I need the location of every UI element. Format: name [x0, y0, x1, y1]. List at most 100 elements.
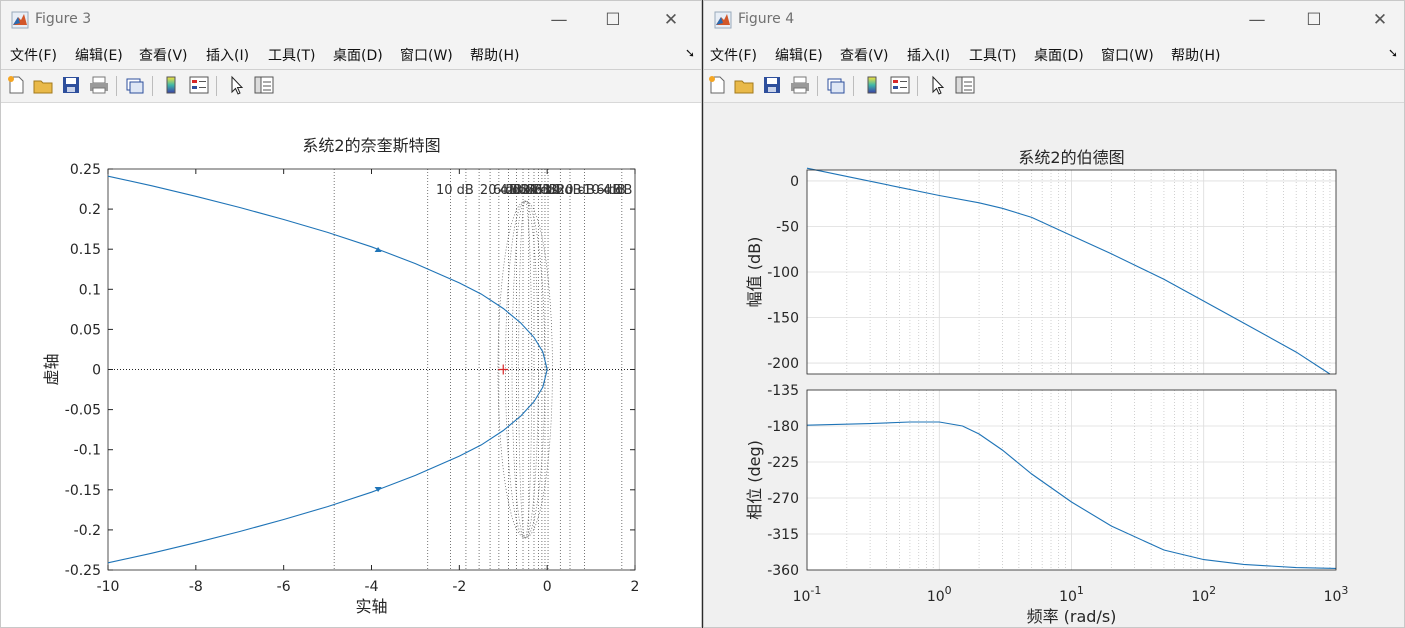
m-circle-grid-label: 10 dB [436, 183, 474, 198]
y-tick-label: 0.05 [70, 322, 101, 338]
toolbar-separator [152, 76, 153, 96]
open-file-icon[interactable] [32, 74, 54, 96]
matlab-logo-icon [11, 11, 29, 29]
y-tick-label: -315 [767, 527, 799, 543]
y-tick-label: -0.1 [74, 443, 101, 459]
menu-desktop[interactable]: 桌面(D) [333, 45, 383, 65]
toolbar [704, 70, 1404, 103]
y-tick-label: -0.05 [65, 403, 101, 419]
menu-help[interactable]: 帮助(H) [1171, 45, 1220, 65]
menu-window[interactable]: 窗口(W) [1101, 45, 1154, 65]
phase-y-axis-label: 相位 (deg) [745, 440, 764, 520]
m-circle-grid-label: -4 dB [598, 183, 632, 198]
menu-view[interactable]: 查看(V) [840, 45, 889, 65]
y-tick-label: -0.2 [74, 523, 101, 539]
y-tick-label: -360 [767, 563, 799, 579]
menu-insert[interactable]: 插入(I) [206, 45, 249, 65]
y-tick-label: 0 [92, 363, 101, 379]
dock-arrow-icon[interactable]: ➘ [1388, 46, 1398, 60]
minimize-button[interactable]: — [1245, 9, 1269, 31]
y-tick-label: -0.15 [65, 483, 101, 499]
x-tick-label: 2 [631, 579, 640, 595]
save-icon[interactable] [60, 74, 82, 96]
menu-view[interactable]: 查看(V) [139, 45, 188, 65]
y-tick-label: -225 [767, 455, 799, 471]
maximize-button[interactable]: ☐ [601, 9, 625, 31]
y-tick-label: -135 [767, 383, 799, 399]
x-tick-label: -10 [97, 579, 120, 595]
menu-file[interactable]: 文件(F) [710, 45, 757, 65]
new-figure-icon[interactable] [5, 74, 27, 96]
toolbar-separator [116, 76, 117, 96]
toolbar-separator [817, 76, 818, 96]
legend-icon[interactable] [889, 74, 911, 96]
figure-3-window: Figure 3 — ☐ ✕ 文件(F) 编辑(E) 查看(V) 插入(I) 工… [0, 0, 702, 628]
magnitude-y-axis-label: 幅值 (dB) [745, 237, 764, 308]
menu-bar: 文件(F) 编辑(E) 查看(V) 插入(I) 工具(T) 桌面(D) 窗口(W… [1, 39, 701, 70]
menu-tools[interactable]: 工具(T) [268, 45, 315, 65]
y-tick-label: -0.25 [65, 563, 101, 579]
figure-4-window: Figure 4 — ☐ ✕ 文件(F) 编辑(E) 查看(V) 插入(I) 工… [703, 0, 1405, 628]
title-bar[interactable]: Figure 4 — ☐ ✕ [704, 1, 1404, 39]
y-tick-label: -180 [767, 419, 799, 435]
x-axis-label: 频率 (rad/s) [1027, 607, 1117, 626]
y-axis-label: 虚轴 [42, 353, 61, 385]
y-tick-label: 0.15 [70, 242, 101, 258]
window-title: Figure 3 [35, 11, 92, 27]
x-tick-label: -8 [189, 579, 203, 595]
menu-help[interactable]: 帮助(H) [470, 45, 519, 65]
menu-window[interactable]: 窗口(W) [400, 45, 453, 65]
y-tick-label: -100 [767, 265, 799, 281]
x-axis-label: 实轴 [355, 597, 387, 616]
toolbar [1, 70, 701, 103]
print-icon[interactable] [88, 74, 110, 96]
print-icon[interactable] [789, 74, 811, 96]
edit-pointer-icon[interactable] [225, 74, 247, 96]
title-bar[interactable]: Figure 3 — ☐ ✕ [1, 1, 701, 39]
matlab-logo-icon [714, 11, 732, 29]
menu-desktop[interactable]: 桌面(D) [1034, 45, 1084, 65]
edit-pointer-icon[interactable] [926, 74, 948, 96]
menu-edit[interactable]: 编辑(E) [75, 45, 123, 65]
x-tick-label: -6 [277, 579, 291, 595]
window-title: Figure 4 [738, 11, 795, 27]
link-plot-icon[interactable] [124, 74, 146, 96]
x-tick-label: -2 [452, 579, 466, 595]
y-tick-label: -200 [767, 356, 799, 372]
menu-insert[interactable]: 插入(I) [907, 45, 950, 65]
close-button[interactable]: ✕ [659, 9, 683, 31]
toolbar-separator [917, 76, 918, 96]
colorbar-icon[interactable] [861, 74, 883, 96]
toolbar-separator [216, 76, 217, 96]
legend-icon[interactable] [188, 74, 210, 96]
maximize-button[interactable]: ☐ [1302, 9, 1326, 31]
new-figure-icon[interactable] [706, 74, 728, 96]
chart-title: 系统2的奈奎斯特图 [302, 136, 440, 155]
property-inspector-icon[interactable] [253, 74, 275, 96]
toolbar-separator [853, 76, 854, 96]
y-tick-label: 0 [790, 174, 799, 190]
colorbar-icon[interactable] [160, 74, 182, 96]
close-button[interactable]: ✕ [1368, 9, 1392, 31]
menu-edit[interactable]: 编辑(E) [775, 45, 823, 65]
property-inspector-icon[interactable] [954, 74, 976, 96]
y-tick-label: -270 [767, 491, 799, 507]
y-tick-label: 0.2 [79, 202, 101, 218]
minimize-button[interactable]: — [547, 9, 571, 31]
y-tick-label: 0.1 [79, 282, 101, 298]
bode-figure-canvas[interactable]: 0 -50 -100 -150 -200 幅值 (dB) -135 -180 -225 -270 -… [704, 103, 1404, 627]
open-file-icon[interactable] [733, 74, 755, 96]
y-tick-label: -50 [776, 219, 799, 235]
nyquist-figure-canvas[interactable]: 10 dB 20 dB6 dB4 dB2 dB0 dB-2 dB-4 dB-6 d… [1, 103, 701, 627]
menu-bar: 文件(F) 编辑(E) 查看(V) 插入(I) 工具(T) 桌面(D) 窗口(W… [704, 39, 1404, 70]
menu-tools[interactable]: 工具(T) [969, 45, 1016, 65]
x-tick-label: -4 [365, 579, 379, 595]
chart-title: 系统2的伯德图 [1018, 148, 1124, 167]
y-tick-label: 0.25 [70, 162, 101, 178]
save-icon[interactable] [761, 74, 783, 96]
dock-arrow-icon[interactable]: ➘ [685, 46, 695, 60]
y-tick-label: -150 [767, 311, 799, 327]
x-tick-label: 0 [543, 579, 552, 595]
link-plot-icon[interactable] [825, 74, 847, 96]
menu-file[interactable]: 文件(F) [10, 45, 57, 65]
